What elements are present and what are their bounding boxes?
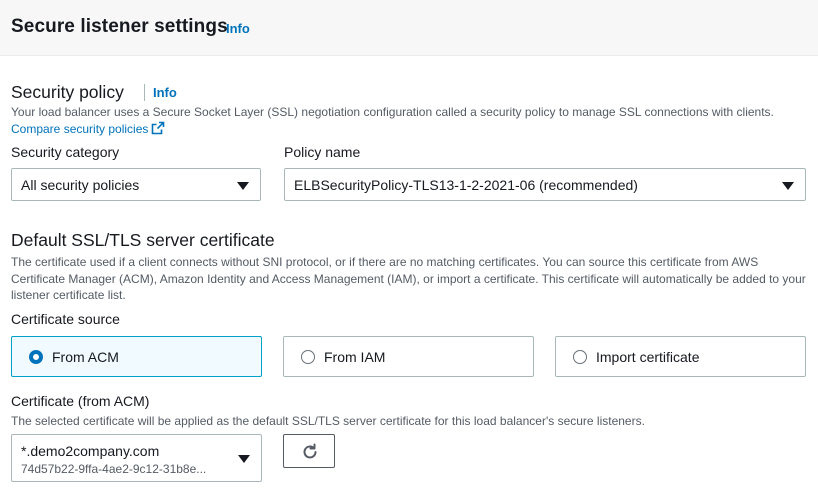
radio-from-iam[interactable] bbox=[301, 350, 315, 364]
caret-down-icon bbox=[782, 182, 794, 190]
source-tile-from-acm[interactable]: From ACM bbox=[11, 336, 262, 377]
policy-name-label: Policy name bbox=[284, 144, 361, 160]
external-link-icon bbox=[152, 121, 165, 134]
source-label-from-iam: From IAM bbox=[324, 349, 386, 365]
refresh-icon bbox=[303, 443, 317, 459]
policy-name-select[interactable]: ELBSecurityPolicy-TLS13-1-2-2021-06 (rec… bbox=[284, 168, 806, 201]
radio-import-certificate[interactable] bbox=[573, 350, 587, 364]
acm-certificate-description: The selected certificate will be applied… bbox=[11, 414, 645, 428]
source-label-import-certificate: Import certificate bbox=[596, 349, 700, 365]
title-divider bbox=[144, 84, 145, 101]
page-title: Secure listener settings bbox=[11, 16, 228, 37]
compare-policies-link[interactable]: Compare security policies bbox=[11, 121, 165, 136]
caret-down-icon bbox=[237, 182, 249, 190]
default-certificate-title: Default SSL/TLS server certificate bbox=[11, 230, 275, 250]
security-policy-title: Security policy bbox=[11, 82, 124, 102]
caret-down-icon bbox=[238, 455, 250, 463]
security-category-value: All security policies bbox=[21, 177, 140, 193]
certificate-id: 74d57b22-9ffa-4ae2-9c12-31b8e... bbox=[21, 462, 207, 476]
source-tile-from-iam[interactable]: From IAM bbox=[283, 336, 534, 377]
source-label-from-acm: From ACM bbox=[52, 349, 119, 365]
acm-certificate-select[interactable]: *.demo2company.com 74d57b22-9ffa-4ae2-9c… bbox=[11, 434, 262, 482]
default-certificate-description: The certificate used if a client connect… bbox=[11, 255, 806, 302]
compare-policies-link-label: Compare security policies bbox=[11, 121, 149, 136]
policy-name-value: ELBSecurityPolicy-TLS13-1-2-2021-06 (rec… bbox=[294, 177, 638, 193]
security-policy-info-link[interactable]: Info bbox=[153, 85, 177, 100]
security-category-select[interactable]: All security policies bbox=[11, 168, 261, 201]
header-info-link[interactable]: Info bbox=[226, 21, 250, 36]
refresh-certificates-button[interactable] bbox=[283, 434, 335, 468]
certificate-name: *.demo2company.com bbox=[21, 443, 160, 459]
acm-certificate-label: Certificate (from ACM) bbox=[11, 393, 150, 409]
security-policy-description-text: Your load balancer uses a Secure Socket … bbox=[11, 105, 774, 119]
radio-from-acm[interactable] bbox=[29, 350, 43, 364]
source-tile-import-certificate[interactable]: Import certificate bbox=[555, 336, 806, 377]
certificate-source-label: Certificate source bbox=[11, 311, 120, 327]
security-policy-description: Your load balancer uses a Secure Socket … bbox=[11, 104, 801, 137]
security-category-label: Security category bbox=[11, 144, 120, 160]
